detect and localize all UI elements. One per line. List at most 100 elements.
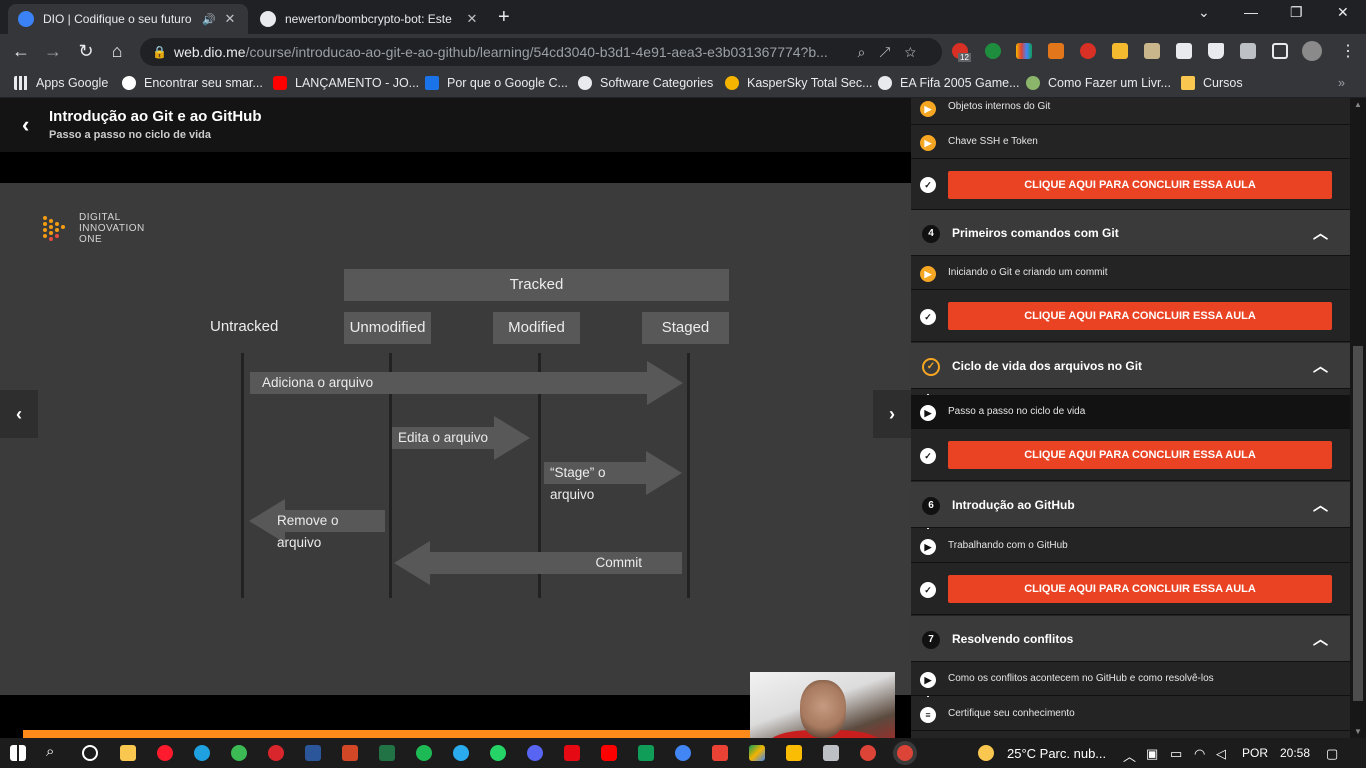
gmail-icon[interactable] [712,745,728,761]
bookmark-folder-cursos[interactable]: Cursos [1181,76,1243,90]
module-4-header[interactable]: 4 Primeiros comandos com Git ︿ [911,210,1350,256]
lesson-iniciando-git[interactable]: ▶ Iniciando o Git e criando um commit [911,256,1350,290]
conclude-row: ✓ CLIQUE AQUI PARA CONCLUIR ESSA AULA [911,159,1350,210]
bookmark-apps-google[interactable]: Apps Google [14,76,108,90]
bookmark-lancamento[interactable]: LANÇAMENTO - JO... [273,76,419,90]
wallet-extension-icon[interactable] [1144,43,1160,59]
menu-kebab-icon[interactable]: ⋮ [1340,41,1356,61]
lesson-objetos-internos[interactable]: ▶ Objetos internos do Git [911,98,1350,125]
task-view-icon[interactable] [82,745,98,761]
video-slide[interactable]: DIGITAL INNOVATION ONE Tracked Untracked… [0,183,911,754]
conclude-lesson-button[interactable]: CLIQUE AQUI PARA CONCLUIR ESSA AULA [948,441,1332,469]
file-explorer-icon[interactable] [120,745,136,761]
wifi-icon[interactable]: ◠ [1194,746,1205,762]
battery-icon[interactable]: ▭ [1170,746,1182,762]
netflix-icon[interactable] [564,745,580,761]
back-chevron-icon[interactable]: ‹ [22,112,29,138]
close-window-icon[interactable]: ✕ [1337,4,1349,21]
app-yellow-icon[interactable] [786,745,802,761]
opera-icon[interactable] [157,745,173,761]
scrollbar-thumb[interactable] [1353,346,1363,701]
puzzle-extensions-icon[interactable] [1176,43,1192,59]
app-blue-icon[interactable] [675,745,691,761]
bookmark-kaspersky[interactable]: KasperSky Total Sec... [725,76,873,90]
tab-github[interactable]: newerton/bombcrypto-bot: Este ✕ [250,4,490,34]
conclude-lesson-button[interactable]: CLIQUE AQUI PARA CONCLUIR ESSA AULA [948,302,1332,330]
opera-extension-icon[interactable] [1080,43,1096,59]
home-icon[interactable]: ⌂ [106,41,128,62]
chevron-up-icon[interactable]: ︿ [1313,355,1328,376]
bookmark-ea-fifa[interactable]: EA Fifa 2005 Game... [878,76,1020,90]
bookmark-por-que-google[interactable]: Por que o Google C... [425,76,568,90]
lesson-chave-ssh[interactable]: ▶ Chave SSH e Token [911,125,1350,159]
weather-text[interactable]: 25°C Parc. nub... [1007,746,1106,761]
spotify-icon[interactable] [416,745,432,761]
windows-start-icon[interactable] [10,745,26,761]
edge-icon[interactable] [194,745,210,761]
conclude-lesson-button[interactable]: CLIQUE AQUI PARA CONCLUIR ESSA AULA [948,575,1332,603]
close-tab-icon[interactable]: ✕ [222,11,238,27]
module-5-header[interactable]: ✓ Ciclo de vida dos arquivos no Git ︿ [911,343,1350,389]
back-icon[interactable]: ← [10,41,32,62]
chrome-active-icon[interactable] [897,745,913,761]
lesson-conflitos[interactable]: ▶ Como os conflitos acontecem no GitHub … [911,662,1350,696]
word-icon[interactable] [305,745,321,761]
speaker-icon[interactable]: 🔊 [202,13,216,26]
powerpoint-icon[interactable] [342,745,358,761]
chrome-icon[interactable] [860,745,876,761]
close-tab-icon[interactable]: ✕ [464,11,480,27]
labs-icon[interactable] [1208,43,1224,59]
clock[interactable]: 20:58 [1280,746,1310,760]
conclude-lesson-button[interactable]: CLIQUE AQUI PARA CONCLUIR ESSA AULA [948,171,1332,199]
discord-icon[interactable] [527,745,543,761]
chevron-up-icon[interactable]: ︿ [1313,494,1328,515]
address-bar[interactable]: 🔒 web.dio.me/course/introducao-ao-git-e-… [140,38,942,66]
module-6-header[interactable]: 6 Introdução ao GitHub ︿ [911,482,1350,528]
new-tab-icon[interactable]: + [498,6,510,29]
language-indicator[interactable]: POR [1242,746,1268,760]
prev-slide-button[interactable]: ‹ [0,390,38,438]
profile-avatar[interactable] [1302,41,1322,61]
google-drive-icon[interactable] [749,745,765,761]
whatsapp-icon[interactable] [490,745,506,761]
money-extension-icon[interactable] [985,43,1001,59]
sheets-app-icon[interactable] [638,745,654,761]
forward-icon[interactable]: → [42,41,64,62]
restore-icon[interactable]: ❐ [1290,4,1303,21]
app-red-icon[interactable] [268,745,284,761]
meet-now-icon[interactable]: ▣ [1146,746,1158,762]
bookmark-software-categories[interactable]: Software Categories [578,76,713,90]
lesson-passo-a-passo[interactable]: ▶ Passo a passo no ciclo de vida [911,395,1350,429]
notifications-icon[interactable]: ▢ [1326,746,1338,762]
app-gray-icon[interactable] [823,745,839,761]
side-panel-icon[interactable] [1272,43,1288,59]
chevron-up-icon[interactable]: ︿ [1313,628,1328,649]
chevron-up-icon[interactable]: ︿ [1313,222,1328,243]
reading-list-icon[interactable] [1240,43,1256,59]
excel-icon[interactable] [379,745,395,761]
chevron-up-tray-icon[interactable]: ︿ [1123,746,1136,765]
lesson-certifique[interactable]: ≡ Certifique seu conhecimento [911,697,1350,731]
more-bookmarks-icon[interactable]: » [1338,76,1345,90]
telegram-icon[interactable] [453,745,469,761]
volume-icon[interactable]: ◁ [1216,746,1226,762]
minimize-icon[interactable]: — [1244,4,1258,20]
scroll-down-icon[interactable]: ▼ [1350,727,1366,736]
bookmark-como-fazer[interactable]: Como Fazer um Livr... [1026,76,1171,90]
sidebar-scrollbar[interactable]: ▲ ▼ [1350,98,1366,738]
lesson-trabalhando-github[interactable]: ▶ Trabalhando com o GitHub [911,529,1350,563]
scroll-up-icon[interactable]: ▲ [1350,100,1366,109]
next-slide-button[interactable]: › [873,390,911,438]
module-7-header[interactable]: 7 Resolvendo conflitos ︿ [911,616,1350,662]
youtube-app-icon[interactable] [601,745,617,761]
search-icon[interactable]: ⌕ [46,743,54,760]
bookmark-encontrar[interactable]: Encontrar seu smar... [122,76,263,90]
omnibox-actions[interactable]: ⌕↗☆ [858,38,930,66]
color-extension-icon[interactable] [1016,43,1032,59]
tab-dio[interactable]: DIO | Codifique o seu futuro 🔊 ✕ [8,4,248,34]
binance-icon[interactable] [1112,43,1128,59]
reload-icon[interactable]: ↻ [75,41,97,62]
metamask-icon[interactable] [1048,43,1064,59]
utorrent-icon[interactable] [231,745,247,761]
tab-search-icon[interactable]: ⌄ [1198,4,1210,21]
